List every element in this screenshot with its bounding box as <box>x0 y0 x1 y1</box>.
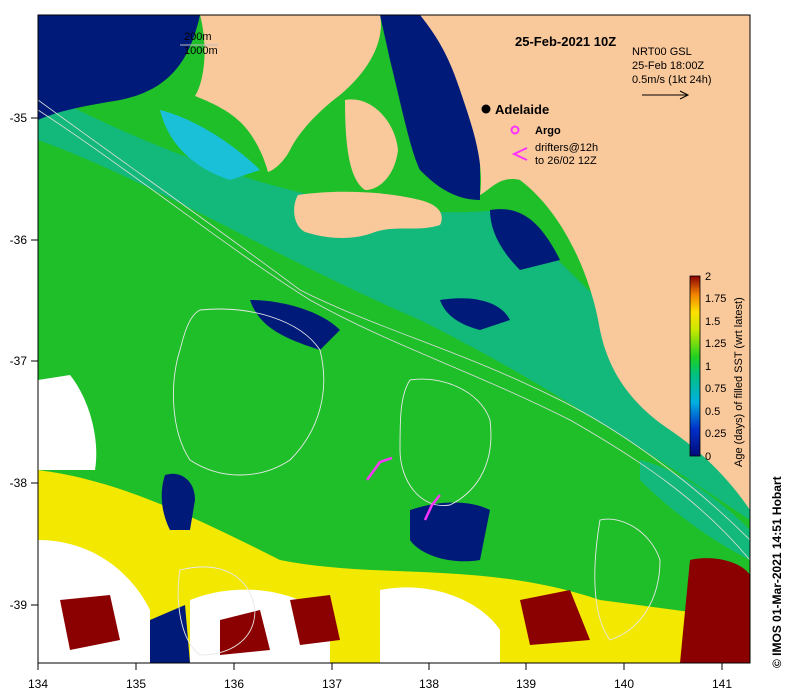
lon-tick-label: 140 <box>614 677 634 691</box>
colorbar-tick-label: 0.75 <box>705 383 726 395</box>
lat-tick-label: -38 <box>10 476 28 490</box>
city-marker-icon <box>481 104 491 114</box>
sst-age-map: 134 135 136 137 138 139 140 141 -35 -36 … <box>10 14 784 691</box>
colorbar-tick-label: 2 <box>705 271 711 283</box>
colorbar-tick-label: 0 <box>705 451 711 463</box>
lon-tick-label: 134 <box>28 677 48 691</box>
red-patch-1 <box>60 595 120 650</box>
credit-label: © IMOS 01-Mar-2021 14:51 Hobart <box>770 476 784 668</box>
contour-label-1000m: 1000m <box>184 45 218 57</box>
colorbar-tick-label: 1.25 <box>705 338 726 350</box>
lon-tick-label: 141 <box>712 677 732 691</box>
lat-tick-label: -37 <box>10 354 28 368</box>
current-scale-label: 0.5m/s (1kt 24h) <box>632 74 711 86</box>
lon-tick-label: 135 <box>126 677 146 691</box>
current-time-label: 25-Feb 18:00Z <box>632 60 704 72</box>
contour-label-200m: 200m <box>184 31 212 43</box>
lon-tick-label: 136 <box>224 677 244 691</box>
lon-tick-labels: 134 135 136 137 138 139 140 141 <box>28 677 732 691</box>
lat-tick-label: -35 <box>10 111 28 125</box>
colorbar-tick-label: 1 <box>705 361 711 373</box>
drifters-period-label: to 26/02 12Z <box>535 155 597 167</box>
lat-tick-label: -36 <box>10 233 28 247</box>
lon-tick-label: 138 <box>419 677 439 691</box>
map-field <box>38 15 750 663</box>
lon-tick-label: 137 <box>322 677 342 691</box>
colorbar-tick-label: 0.5 <box>705 406 720 418</box>
current-source-label: NRT00 GSL <box>632 46 692 58</box>
red-patch-se <box>680 558 750 663</box>
colorbar <box>689 275 701 457</box>
map-title: 25-Feb-2021 10Z <box>515 34 616 49</box>
colorbar-tick-label: 1.75 <box>705 293 726 305</box>
lat-tick-labels: -35 -36 -37 -38 -39 <box>10 111 28 612</box>
colorbar-tick-label: 1.5 <box>705 316 720 328</box>
drifters-label: drifters@12h <box>535 142 598 154</box>
city-label: Adelaide <box>495 102 549 117</box>
lon-tick-label: 139 <box>516 677 536 691</box>
colorbar-title: Age (days) of filled SST (wrt latest) <box>733 297 745 467</box>
lat-tick-label: -39 <box>10 598 28 612</box>
colorbar-tick-label: 0.25 <box>705 428 726 440</box>
argo-label: Argo <box>535 125 561 137</box>
